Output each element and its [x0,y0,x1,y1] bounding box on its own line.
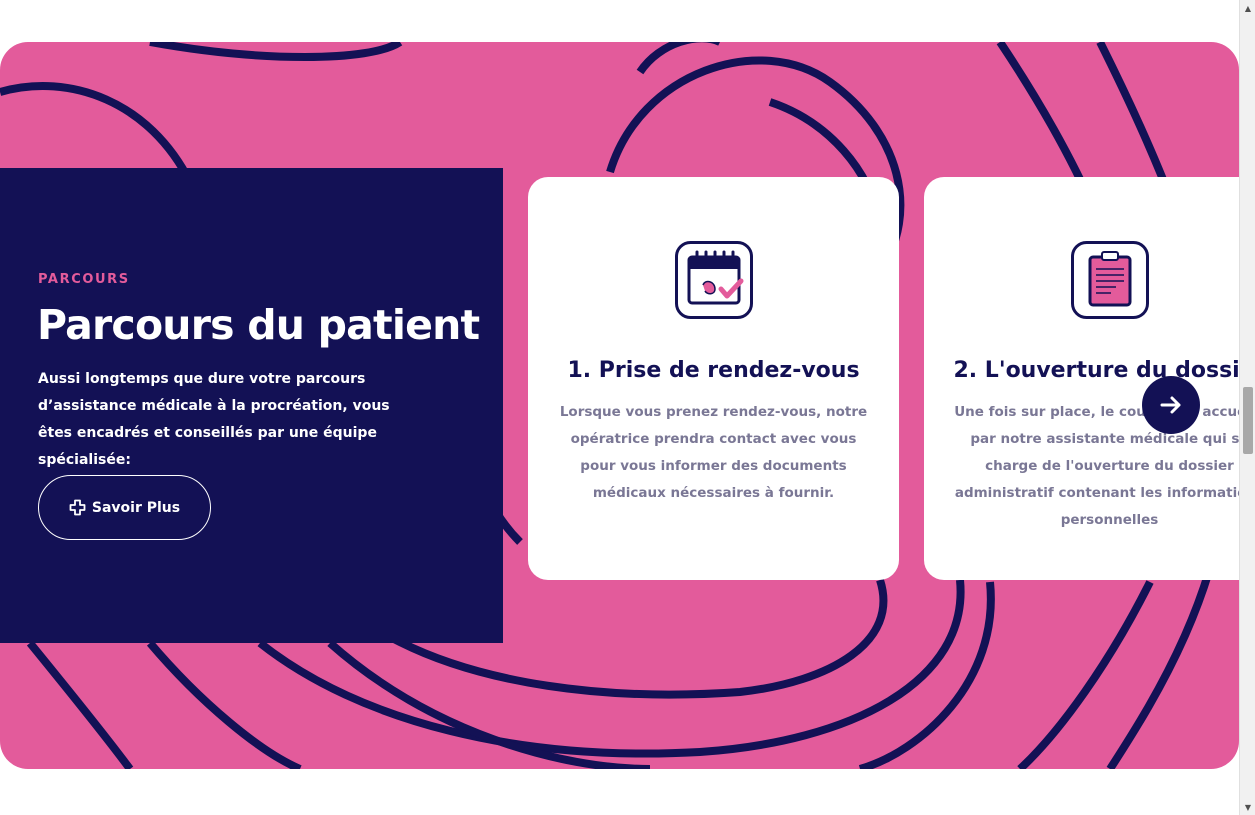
step-title: 1. Prise de rendez-vous [567,358,860,383]
page: PARCOURS Parcours du patient Aussi longt… [0,0,1255,815]
scroll-down-icon[interactable]: ▼ [1240,799,1255,815]
section-title: Parcours du patient [37,301,480,349]
arrow-right-icon [1160,396,1181,414]
scrollbar-thumb[interactable] [1243,387,1253,454]
step-card-2: 2. L'ouverture du dossier Une fois sur p… [924,177,1239,580]
section-description: Aussi longtemps que dure votre parcours … [38,371,390,468]
patient-journey-section: PARCOURS Parcours du patient Aussi longt… [0,42,1239,769]
section-eyebrow: PARCOURS [38,272,130,287]
plus-outline-icon [69,499,86,516]
clipboard-icon [1070,241,1149,319]
page-scrollbar[interactable]: ▲ ▼ [1239,0,1255,815]
calendar-check-icon [674,241,753,319]
step-text: Lorsque vous prenez rendez-vous, notre o… [559,404,868,501]
step-title: 2. L'ouverture du dossier [953,358,1239,383]
savoir-plus-label: Savoir Plus [91,499,181,516]
carousel-next-button[interactable] [1142,376,1200,434]
step-card-1: 1. Prise de rendez-vous Lorsque vous pre… [528,177,899,580]
savoir-plus-button[interactable]: Savoir Plus [38,475,211,540]
scroll-up-icon[interactable]: ▲ [1240,0,1255,16]
intro-panel: PARCOURS Parcours du patient Aussi longt… [0,168,503,643]
